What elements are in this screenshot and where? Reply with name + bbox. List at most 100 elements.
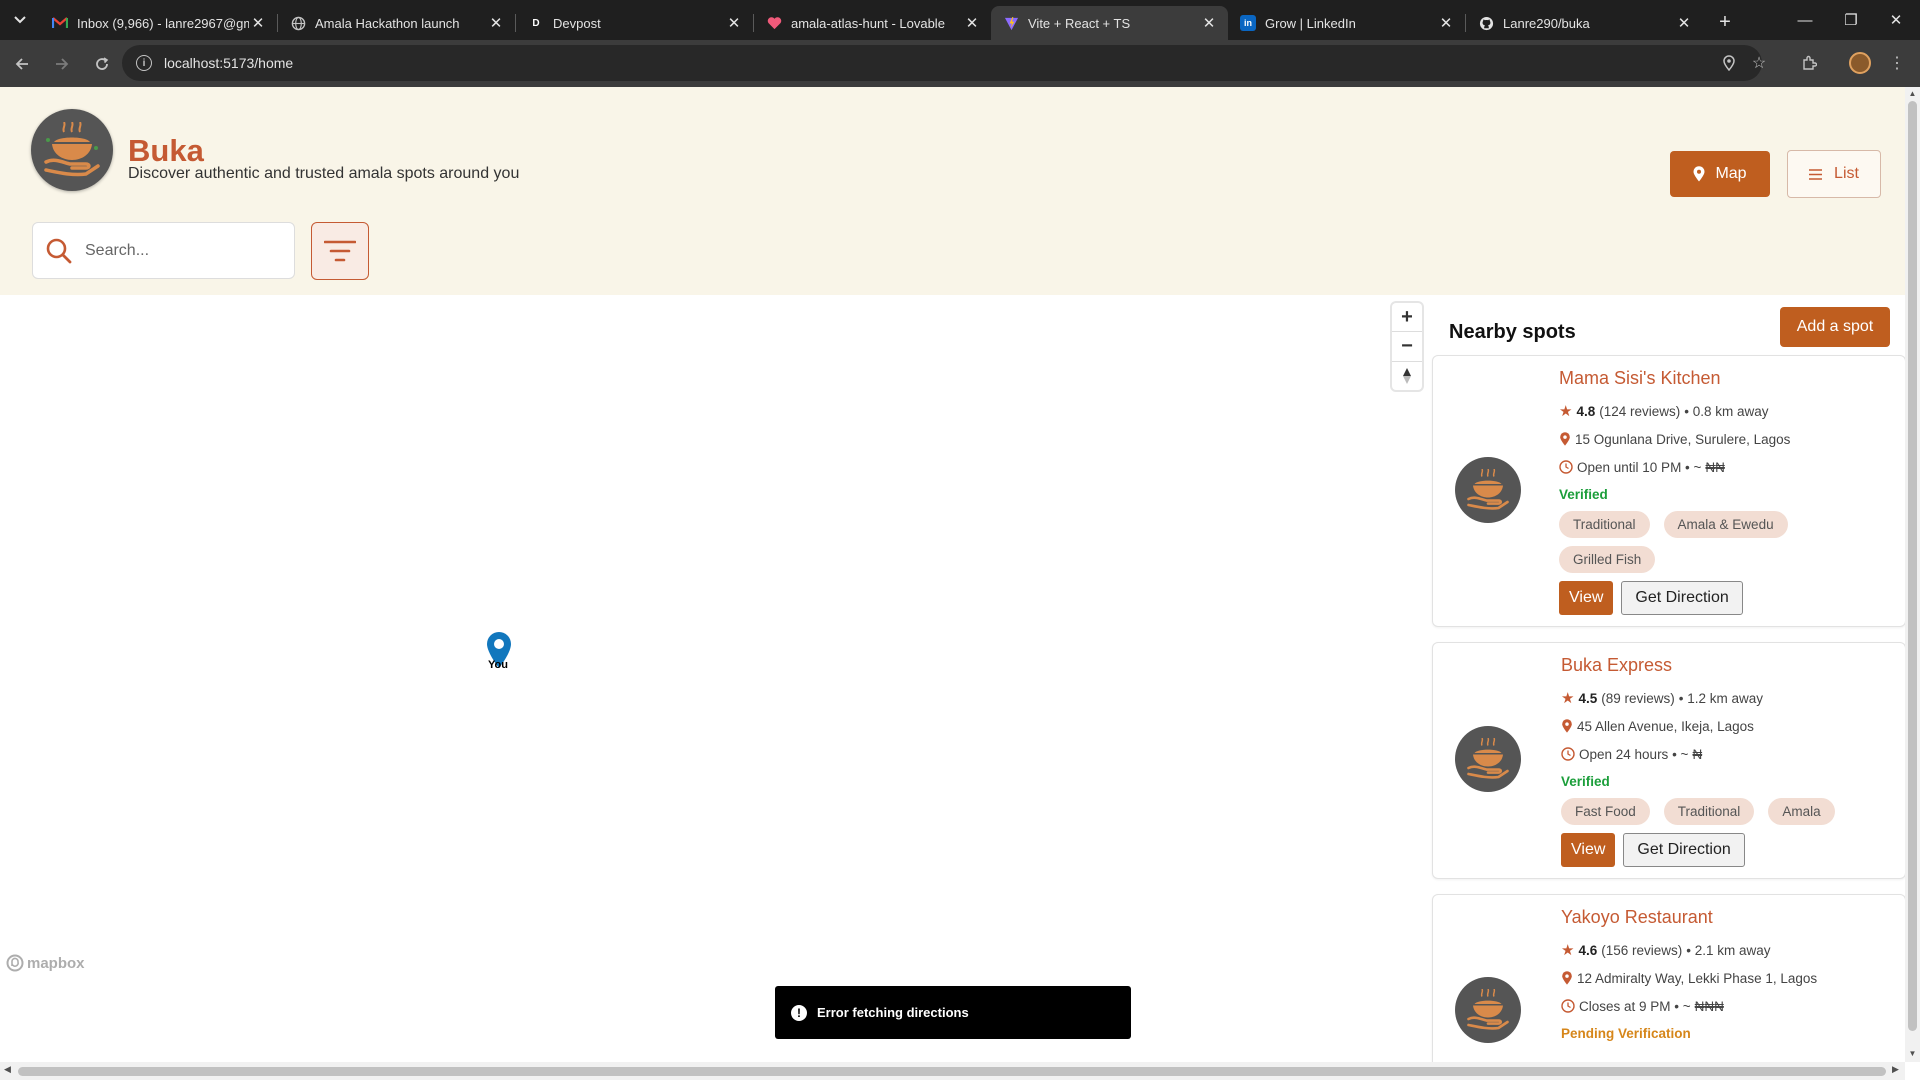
vertical-scrollbar[interactable]: ▲ ▼ <box>1905 87 1920 1062</box>
spot-info: Buka Express ★ 4.5 (89 reviews) • 1.2 km… <box>1561 655 1901 867</box>
vertical-scroll-thumb[interactable] <box>1908 101 1917 1031</box>
horizontal-scroll-thumb[interactable] <box>18 1067 1886 1076</box>
search-box[interactable] <box>32 222 295 279</box>
spot-reviews: (89 reviews) <box>1601 690 1675 706</box>
tab-label: Inbox (9,966) - lanre2967@gma <box>77 15 249 31</box>
list-icon <box>1809 168 1823 180</box>
star-icon: ★ <box>1561 942 1575 959</box>
error-toast: ! Error fetching directions <box>775 986 1131 1039</box>
spot-rating-row: ★ 4.5 (89 reviews) • 1.2 km away <box>1561 684 1901 712</box>
tab-search-chevron-icon[interactable] <box>0 0 40 40</box>
horizontal-scrollbar[interactable]: ◀ ▶ <box>0 1062 1905 1080</box>
window-close-icon[interactable]: ✕ <box>1870 0 1920 40</box>
spot-address: 12 Admiralty Way, Lekki Phase 1, Lagos <box>1577 970 1818 986</box>
spot-distance: • 1.2 km away <box>1678 690 1764 706</box>
spot-card[interactable]: Mama Sisi's Kitchen ★ 4.8 (124 reviews) … <box>1432 355 1905 627</box>
mapbox-attribution[interactable]: mapbox <box>6 954 85 972</box>
browser-tab-active[interactable]: Vite + React + TS ✕ <box>991 6 1228 40</box>
compass-icon <box>1403 367 1411 384</box>
spot-rating: 4.6 <box>1578 942 1598 958</box>
view-spot-button[interactable]: View <box>1559 581 1614 615</box>
add-spot-button[interactable]: Add a spot <box>1780 307 1890 347</box>
back-arrow-icon[interactable] <box>4 46 40 82</box>
star-icon: ★ <box>1559 403 1573 420</box>
spot-price: ₦₦₦ <box>1694 998 1724 1014</box>
spot-address-row: 45 Allen Avenue, Ikeja, Lagos <box>1561 712 1901 740</box>
list-view-button[interactable]: List <box>1787 150 1881 198</box>
scroll-right-arrow-icon[interactable]: ▶ <box>1892 1064 1899 1075</box>
tab-label: Grow | LinkedIn <box>1265 15 1356 31</box>
map-view-button[interactable]: Map <box>1670 151 1770 197</box>
clock-icon <box>1561 999 1575 1013</box>
browser-tab[interactable]: Lanre290/buka ✕ <box>1466 6 1703 40</box>
zoom-out-button[interactable]: − <box>1392 332 1422 362</box>
close-icon[interactable]: ✕ <box>725 14 743 32</box>
spot-reviews: (124 reviews) <box>1599 403 1681 419</box>
spot-tag: Fast Food <box>1561 798 1650 825</box>
close-icon[interactable]: ✕ <box>487 14 505 32</box>
search-input[interactable] <box>85 241 275 260</box>
close-icon[interactable]: ✕ <box>963 14 981 32</box>
close-icon[interactable]: ✕ <box>249 14 267 32</box>
map-zoom-controls: + − <box>1392 303 1422 390</box>
spot-tag: Grilled Fish <box>1559 546 1656 573</box>
site-info-icon[interactable]: i <box>136 55 152 71</box>
spot-name[interactable]: Buka Express <box>1561 655 1901 676</box>
spot-info: Yakoyo Restaurant ★ 4.6 (156 reviews) • … <box>1561 907 1901 1046</box>
reload-icon[interactable] <box>84 46 120 82</box>
spot-hours: Closes at 9 PM • ~ <box>1579 998 1691 1014</box>
spot-rating: 4.8 <box>1576 403 1596 419</box>
minimize-icon[interactable]: — <box>1779 0 1831 40</box>
globe-icon <box>290 15 306 31</box>
location-icon[interactable] <box>1714 45 1744 81</box>
location-pin-icon <box>1562 971 1572 985</box>
spot-tag: Amala <box>1768 798 1835 825</box>
browser-address-bar: i localhost:5173/home ☆ ⋮ <box>0 40 1920 87</box>
close-icon[interactable]: ✕ <box>1437 14 1455 32</box>
view-spot-button[interactable]: View <box>1561 833 1616 867</box>
browser-tab[interactable]: Amala Hackathon launch ✕ <box>278 6 515 40</box>
nearby-spots-panel: Nearby spots Add a spot Mama Sisi's Kitc… <box>1425 295 1905 1062</box>
compass-reset-button[interactable] <box>1392 362 1422 390</box>
spot-status-verified: Verified <box>1561 773 1610 789</box>
spot-address: 45 Allen Avenue, Ikeja, Lagos <box>1577 718 1754 734</box>
star-icon: ★ <box>1561 690 1575 707</box>
gmail-icon <box>52 15 68 31</box>
new-tab-plus-icon[interactable]: + <box>1709 6 1741 38</box>
spot-name[interactable]: Mama Sisi's Kitchen <box>1559 368 1899 389</box>
linkedin-icon: in <box>1240 15 1256 31</box>
spot-card[interactable]: Yakoyo Restaurant ★ 4.6 (156 reviews) • … <box>1432 894 1905 1062</box>
more-menu-icon[interactable]: ⋮ <box>1880 46 1914 80</box>
profile-avatar[interactable] <box>1843 46 1877 80</box>
extensions-icon[interactable] <box>1792 46 1826 80</box>
tab-label: amala-atlas-hunt - Lovable <box>791 15 945 31</box>
bookmark-star-icon[interactable]: ☆ <box>1744 45 1774 81</box>
spot-tag: Traditional <box>1559 511 1650 538</box>
browser-tab[interactable]: amala-atlas-hunt - Lovable ✕ <box>754 6 991 40</box>
map-view-label: Map <box>1715 165 1747 182</box>
scroll-up-arrow-icon[interactable]: ▲ <box>1908 89 1917 98</box>
close-icon[interactable]: ✕ <box>1200 14 1218 32</box>
browser-tab[interactable]: D Devpost ✕ <box>516 6 753 40</box>
browser-tab[interactable]: Inbox (9,966) - lanre2967@gma ✕ <box>40 6 277 40</box>
spot-tags: Traditional Amala & Ewedu Grilled Fish <box>1559 511 1859 573</box>
spot-thumbnail <box>1455 977 1521 1043</box>
url-bar[interactable]: i localhost:5173/home ☆ <box>122 45 1766 81</box>
scroll-left-arrow-icon[interactable]: ◀ <box>4 1064 11 1075</box>
browser-tab[interactable]: in Grow | LinkedIn ✕ <box>1228 6 1465 40</box>
filter-button[interactable] <box>311 222 369 280</box>
get-direction-button[interactable]: Get Direction <box>1623 833 1745 867</box>
map-canvas[interactable]: + − You mapbox <box>0 295 1425 1062</box>
forward-arrow-icon[interactable] <box>44 46 80 82</box>
close-icon[interactable]: ✕ <box>1675 14 1693 32</box>
spot-card[interactable]: Buka Express ★ 4.5 (89 reviews) • 1.2 km… <box>1432 642 1905 879</box>
zoom-in-button[interactable]: + <box>1392 303 1422 333</box>
get-direction-button[interactable]: Get Direction <box>1621 581 1743 615</box>
lovable-icon <box>766 15 782 31</box>
spot-tag: Amala & Ewedu <box>1663 511 1788 538</box>
vite-icon <box>1003 15 1019 31</box>
spot-name[interactable]: Yakoyo Restaurant <box>1561 907 1901 928</box>
scroll-down-arrow-icon[interactable]: ▼ <box>1908 1049 1917 1058</box>
map-pin-icon <box>1693 166 1705 182</box>
spot-address-row: 12 Admiralty Way, Lekki Phase 1, Lagos <box>1561 964 1901 992</box>
